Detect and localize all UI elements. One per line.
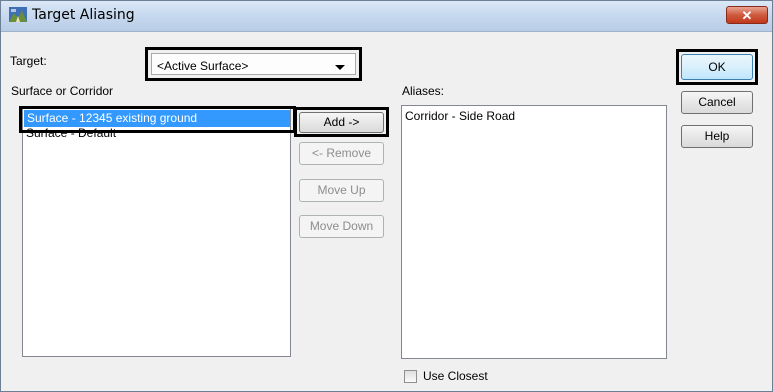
close-icon: ✕ bbox=[741, 8, 753, 23]
list-item[interactable]: Corridor - Side Road bbox=[405, 109, 515, 123]
target-dropdown-value: <Active Surface> bbox=[157, 59, 249, 73]
move-up-button[interactable]: Move Up bbox=[299, 179, 384, 202]
use-closest-checkbox[interactable] bbox=[404, 370, 417, 383]
target-label: Target: bbox=[10, 54, 47, 68]
window-title: Target Aliasing bbox=[32, 7, 135, 23]
help-button[interactable]: Help bbox=[681, 125, 753, 148]
close-button[interactable]: ✕ bbox=[726, 6, 768, 24]
selected-list-item-highlight: Surface - 12345 existing ground bbox=[19, 106, 296, 133]
aliases-list-label: Aliases: bbox=[402, 84, 445, 98]
target-aliasing-dialog: Target Aliasing ✕ Target: <Active Surfac… bbox=[0, 0, 773, 392]
remove-button[interactable]: <- Remove bbox=[299, 142, 384, 165]
ok-button[interactable]: OK bbox=[681, 54, 753, 80]
cancel-button[interactable]: Cancel bbox=[681, 91, 753, 114]
target-dropdown-highlight: <Active Surface> bbox=[145, 47, 362, 81]
list-item-selected[interactable]: Surface - 12345 existing ground bbox=[24, 110, 290, 127]
title-bar[interactable]: Target Aliasing ✕ bbox=[1, 1, 772, 32]
move-down-button[interactable]: Move Down bbox=[299, 215, 384, 238]
target-dropdown[interactable]: <Active Surface> bbox=[151, 53, 356, 75]
aliases-list[interactable]: Corridor - Side Road bbox=[401, 105, 667, 359]
surface-list[interactable]: Surface - Default bbox=[22, 106, 291, 357]
app-icon bbox=[9, 7, 27, 22]
use-closest-label[interactable]: Use Closest bbox=[423, 369, 488, 383]
chevron-down-icon[interactable] bbox=[335, 65, 345, 70]
add-button[interactable]: Add -> bbox=[299, 112, 384, 133]
list-item-label: Surface - 12345 existing ground bbox=[27, 111, 198, 125]
surface-list-label: Surface or Corridor bbox=[11, 84, 114, 98]
